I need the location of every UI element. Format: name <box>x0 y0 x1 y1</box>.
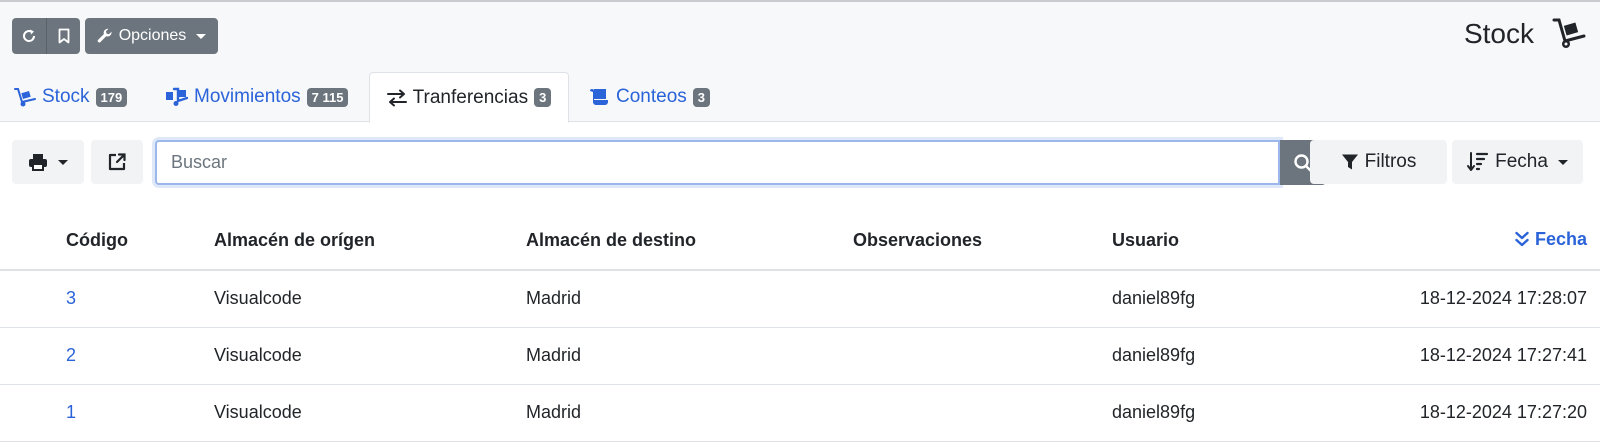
column-header-observaciones[interactable]: Observaciones <box>853 212 1112 271</box>
tab-conteos-count-badge: 3 <box>692 87 711 107</box>
column-header-almacen-origen[interactable]: Almacén de orígen <box>214 212 526 271</box>
chevron-down-icon <box>58 159 68 165</box>
tab-movimientos-label: Movimientos <box>194 86 301 107</box>
chevron-down-icon <box>1557 159 1568 165</box>
user-cell: daniel89fg <box>1112 384 1372 442</box>
sort-descending-icon <box>1467 152 1489 171</box>
origin-cell: Visualcode <box>214 327 526 385</box>
column-header-codigo[interactable]: Código <box>0 212 214 271</box>
table-row[interactable]: 1 Visualcode Madrid daniel89fg 18-12-202… <box>0 384 1600 442</box>
notes-cell <box>853 384 1112 442</box>
column-header-usuario[interactable]: Usuario <box>1112 212 1372 271</box>
print-dropdown-button[interactable] <box>12 140 84 184</box>
user-cell: daniel89fg <box>1112 270 1372 328</box>
action-button-group <box>12 18 80 54</box>
table-row[interactable]: 3 Visualcode Madrid daniel89fg 18-12-202… <box>0 270 1600 328</box>
notes-cell <box>853 327 1112 385</box>
bookmark-button[interactable] <box>46 18 80 54</box>
date-cell: 18-12-2024 17:27:41 <box>1372 327 1600 385</box>
filters-label: Filtros <box>1364 151 1417 172</box>
table-header-row: Código Almacén de orígen Almacén de dest… <box>0 212 1600 271</box>
tab-stock-label: Stock <box>42 86 90 107</box>
transfers-table: Código Almacén de orígen Almacén de dest… <box>0 212 1600 442</box>
page-title: Stock <box>1463 18 1534 49</box>
user-cell: daniel89fg <box>1112 327 1372 385</box>
tab-stock[interactable]: Stock 179 <box>8 72 133 122</box>
filter-icon <box>1341 154 1358 170</box>
export-button[interactable] <box>91 140 143 184</box>
reload-icon <box>23 29 36 42</box>
bookmark-icon <box>58 28 69 44</box>
external-link-icon <box>108 153 126 171</box>
print-icon <box>29 154 47 171</box>
exchange-icon <box>386 89 407 106</box>
code-link[interactable]: 2 <box>0 327 214 385</box>
column-header-fecha[interactable]: Fecha <box>1372 212 1600 271</box>
notes-cell <box>853 270 1112 328</box>
reload-button[interactable] <box>12 18 46 54</box>
destination-cell: Madrid <box>526 384 853 442</box>
tab-tranferencias-label: Tranferencias <box>412 86 529 108</box>
wrench-icon <box>97 28 112 43</box>
code-link[interactable]: 1 <box>0 384 214 442</box>
sort-label: Fecha <box>1495 151 1548 172</box>
options-label: Opciones <box>118 27 187 44</box>
origin-cell: Visualcode <box>214 270 526 328</box>
code-link[interactable]: 3 <box>0 270 214 328</box>
filters-button[interactable]: Filtros <box>1310 140 1447 184</box>
tab-tranferencias-count-badge: 3 <box>534 88 552 107</box>
tab-stock-count-badge: 179 <box>95 87 128 107</box>
search-input[interactable] <box>155 140 1280 185</box>
tab-conteos-label: Conteos <box>616 86 687 107</box>
date-cell: 18-12-2024 17:27:20 <box>1372 384 1600 442</box>
destination-cell: Madrid <box>526 327 853 385</box>
chevron-down-icon <box>196 33 207 39</box>
origin-cell: Visualcode <box>214 384 526 442</box>
options-dropdown-button[interactable]: Opciones <box>85 18 218 54</box>
dolly-icon <box>14 88 36 107</box>
tab-movimientos[interactable]: Movimientos 7 115 <box>158 72 354 122</box>
tab-conteos[interactable]: Conteos 3 <box>582 72 716 122</box>
table-row[interactable]: 2 Visualcode Madrid daniel89fg 18-12-202… <box>0 327 1600 385</box>
column-header-almacen-destino[interactable]: Almacén de destino <box>526 212 853 271</box>
date-cell: 18-12-2024 17:28:07 <box>1372 270 1600 328</box>
tab-tranferencias[interactable]: Tranferencias 3 <box>369 72 569 123</box>
destination-cell: Madrid <box>526 270 853 328</box>
sort-dropdown-button[interactable]: Fecha <box>1452 140 1583 184</box>
truck-ramp-icon <box>166 87 188 106</box>
column-header-fecha-label: Fecha <box>1534 228 1587 249</box>
double-chevron-down-icon <box>1515 232 1529 247</box>
dolly-icon <box>1552 18 1586 48</box>
tab-movimientos-count-badge: 7 115 <box>306 87 349 107</box>
scroll-icon <box>590 89 608 105</box>
